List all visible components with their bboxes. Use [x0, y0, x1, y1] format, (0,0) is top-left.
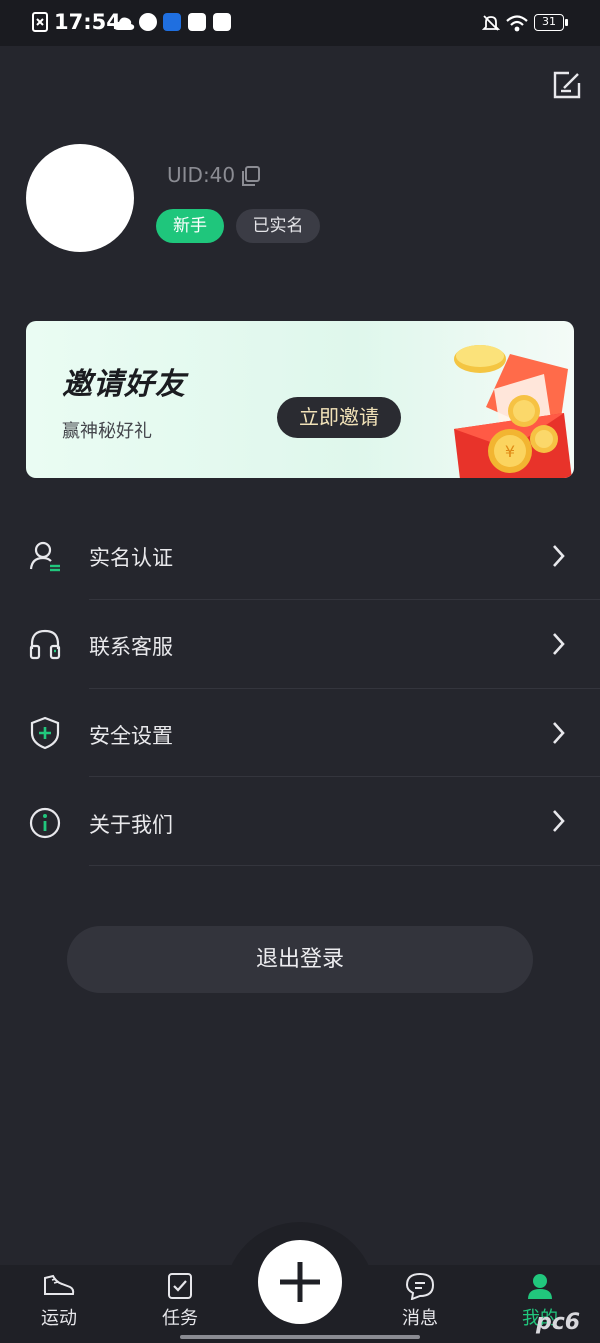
app-notification-icon	[139, 13, 157, 31]
wifi-icon	[506, 15, 528, 32]
badge-newbie: 新手	[156, 209, 224, 243]
cloud-icon	[113, 17, 135, 30]
sneaker-icon	[44, 1274, 75, 1295]
avatar[interactable]	[26, 144, 134, 252]
chevron-right-icon	[553, 722, 565, 744]
menu-item-customer-service[interactable]: 联系客服	[0, 601, 600, 689]
banner-subtitle: 赢神秘好礼	[62, 421, 152, 442]
chevron-right-icon	[553, 810, 565, 832]
mail-notification-icon	[188, 13, 206, 31]
red-envelope-coins-icon: ¥	[454, 345, 572, 478]
zhihu-notification-icon	[163, 13, 181, 31]
divider	[89, 776, 600, 777]
logout-button[interactable]: 退出登录	[67, 926, 533, 993]
invite-button[interactable]: 立即邀请	[277, 397, 401, 438]
headset-icon	[29, 629, 61, 660]
tab-label: 运动	[41, 1308, 77, 1329]
mail-notification-icon	[213, 13, 231, 31]
plus-icon	[280, 1262, 320, 1302]
edit-icon[interactable]	[552, 70, 582, 100]
watermark-logo: pc6	[536, 1310, 581, 1335]
divider	[89, 688, 600, 689]
menu-item-about[interactable]: 关于我们	[0, 778, 600, 866]
add-button[interactable]	[258, 1240, 342, 1324]
chat-bubble-icon	[405, 1272, 435, 1300]
tab-label: 任务	[162, 1308, 198, 1329]
tab-label: 消息	[402, 1308, 438, 1329]
menu-item-label: 安全设置	[89, 724, 173, 748]
status-time: 17:54	[54, 10, 121, 34]
menu-item-label: 实名认证	[89, 546, 173, 570]
info-icon	[29, 807, 61, 839]
svg-text:¥: ¥	[505, 442, 515, 461]
divider	[89, 865, 600, 866]
chevron-right-icon	[553, 633, 565, 655]
menu-item-label: 关于我们	[89, 813, 173, 837]
tab-messages[interactable]: 消息	[390, 1272, 450, 1330]
tab-tasks[interactable]: 任务	[150, 1272, 210, 1330]
task-check-icon	[168, 1273, 192, 1299]
copy-icon[interactable]	[240, 165, 262, 187]
badge-verified: 已实名	[236, 209, 320, 243]
battery-indicator: 31	[534, 14, 568, 31]
tab-sport[interactable]: 运动	[29, 1272, 89, 1330]
file-icon	[32, 12, 48, 32]
divider	[89, 599, 600, 600]
banner-title: 邀请好友	[62, 367, 186, 402]
bell-off-icon	[482, 15, 500, 31]
uid-text: UID:40	[167, 163, 236, 187]
menu-item-security[interactable]: 安全设置	[0, 690, 600, 778]
menu-item-real-name[interactable]: 实名认证	[0, 512, 600, 600]
menu-item-label: 联系客服	[89, 635, 173, 659]
user-verify-icon	[29, 541, 60, 572]
person-icon	[528, 1274, 552, 1299]
invite-banner[interactable]: 邀请好友 赢神秘好礼 立即邀请 ¥	[26, 321, 574, 478]
home-indicator	[180, 1335, 420, 1339]
shield-plus-icon	[30, 716, 60, 750]
chevron-right-icon	[553, 545, 565, 567]
